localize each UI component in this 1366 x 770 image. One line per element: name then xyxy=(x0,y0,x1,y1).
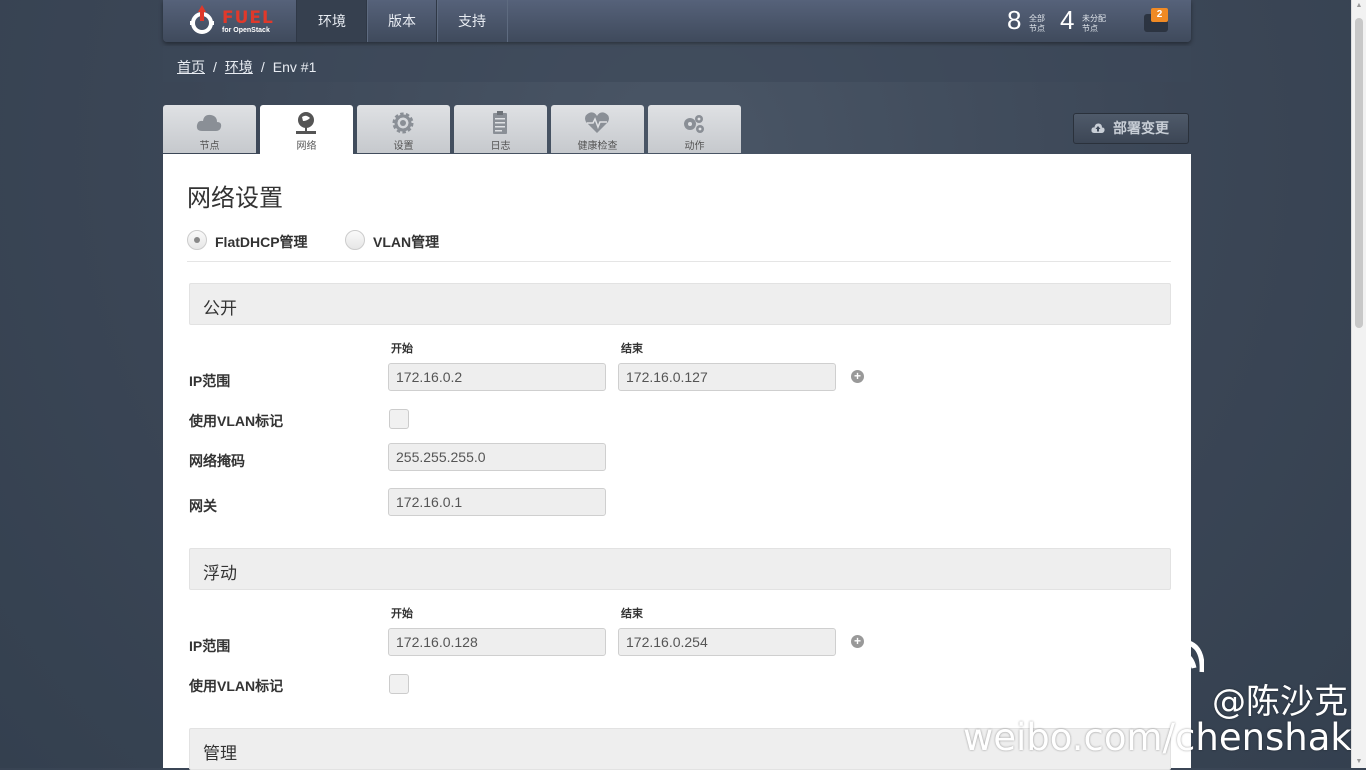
fuel-logo-icon xyxy=(190,5,214,34)
floating-ip-range-label: IP范围 xyxy=(189,638,231,654)
tab-logs-label: 日志 xyxy=(490,141,511,152)
page-title: 网络设置 xyxy=(187,185,283,212)
gear-icon xyxy=(392,112,414,134)
public-ip-range-label: IP范围 xyxy=(189,373,231,389)
public-vlan-tagging-checkbox[interactable] xyxy=(389,409,409,429)
public-ip-end-input[interactable] xyxy=(618,363,836,391)
public-netmask-label: 网络掩码 xyxy=(189,453,245,469)
section-public-header: 公开 xyxy=(189,283,1171,325)
public-add-range-icon[interactable]: + xyxy=(851,370,864,383)
floating-add-range-icon[interactable]: + xyxy=(851,635,864,648)
nav-tab-environments[interactable]: 环境 xyxy=(296,0,368,42)
tab-network-label: 网络 xyxy=(296,141,317,152)
floating-start-header: 开始 xyxy=(391,608,413,620)
brand-name: FUEL xyxy=(222,8,274,28)
radio-flatdhcp-manager[interactable]: FlatDHCP管理 xyxy=(187,230,317,250)
total-nodes-label: 全部 节点 xyxy=(1029,14,1045,33)
unallocated-nodes-counter: 4 未分配 节点 xyxy=(1060,4,1120,36)
deploy-changes-button[interactable]: 部署变更 xyxy=(1073,113,1189,144)
watermark-url: weibo.com/chenshake xyxy=(963,716,1366,759)
scrollbar-thumb[interactable] xyxy=(1355,18,1363,328)
breadcrumb-environments[interactable]: 环境 xyxy=(225,59,253,75)
notification-count-badge: 2 xyxy=(1151,8,1168,22)
section-public-title: 公开 xyxy=(203,299,237,318)
floating-end-header: 结束 xyxy=(621,608,643,620)
unallocated-nodes-label: 未分配 节点 xyxy=(1082,14,1106,33)
total-nodes-count: 8 xyxy=(1007,5,1022,35)
breadcrumb-current: Env #1 xyxy=(272,59,317,75)
tab-health-check-label: 健康检查 xyxy=(577,141,618,152)
tab-actions-label: 动作 xyxy=(684,141,705,152)
tab-settings[interactable]: 设置 xyxy=(357,105,450,153)
scroll-up-arrow-icon[interactable]: ▲ xyxy=(1355,2,1363,10)
network-icon xyxy=(296,112,316,134)
tab-nodes[interactable]: 节点 xyxy=(163,105,256,153)
tab-nodes-label: 节点 xyxy=(199,141,220,152)
breadcrumb: 首页 / 环境 / Env #1 xyxy=(163,46,1191,82)
fuel-logo[interactable]: FUEL for OpenStack xyxy=(188,5,298,37)
public-end-header: 结束 xyxy=(621,343,643,355)
cloud-upload-icon xyxy=(1091,123,1105,133)
tab-network[interactable]: 网络 xyxy=(260,105,353,154)
floating-ip-end-input[interactable] xyxy=(618,628,836,656)
radio-vlan-manager[interactable]: VLAN管理 xyxy=(345,230,445,250)
tab-settings-label: 设置 xyxy=(393,141,414,152)
deploy-changes-label: 部署变更 xyxy=(1113,120,1169,136)
network-settings-panel: 网络设置 FlatDHCP管理 VLAN管理 公开 开始 结束 IP范围 + 使… xyxy=(163,154,1191,770)
tab-logs[interactable]: 日志 xyxy=(454,105,547,153)
scroll-down-arrow-icon[interactable]: ▼ xyxy=(1355,758,1363,766)
heart-icon xyxy=(585,112,609,133)
tab-actions[interactable]: 动作 xyxy=(648,105,741,153)
page-scrollbar[interactable]: ▲ ▼ xyxy=(1351,0,1366,768)
public-ip-start-input[interactable] xyxy=(388,363,606,391)
floating-ip-start-input[interactable] xyxy=(388,628,606,656)
public-vlan-tagging-label: 使用VLAN标记 xyxy=(189,413,284,429)
clipboard-icon xyxy=(493,111,507,134)
public-netmask-input[interactable] xyxy=(388,443,606,471)
cloud-icon xyxy=(196,114,222,131)
public-start-header: 开始 xyxy=(391,343,413,355)
floating-vlan-tagging-checkbox[interactable] xyxy=(389,674,409,694)
divider xyxy=(187,261,1171,262)
tab-health-check[interactable]: 健康检查 xyxy=(551,105,644,153)
unallocated-nodes-count: 4 xyxy=(1060,5,1075,35)
cogs-icon xyxy=(684,115,704,133)
nav-tab-support[interactable]: 支持 xyxy=(436,0,508,42)
notifications-button[interactable]: 2 xyxy=(1144,8,1170,34)
breadcrumb-home[interactable]: 首页 xyxy=(177,59,205,75)
section-management-title: 管理 xyxy=(203,744,237,763)
radio-vlan-label: VLAN管理 xyxy=(373,234,440,250)
floating-vlan-tagging-label: 使用VLAN标记 xyxy=(189,678,284,694)
nav-tab-releases[interactable]: 版本 xyxy=(366,0,438,42)
radio-vlan-circle[interactable] xyxy=(345,230,365,250)
public-gateway-label: 网关 xyxy=(189,498,217,514)
radio-flatdhcp-label: FlatDHCP管理 xyxy=(215,234,308,250)
top-navbar: FUEL for OpenStack 环境 版本 支持 8 全部 节点 4 未分配… xyxy=(163,0,1191,42)
section-floating-title: 浮动 xyxy=(203,564,237,583)
public-gateway-input[interactable] xyxy=(388,488,606,516)
weibo-logo-icon xyxy=(1110,639,1204,716)
section-floating-header: 浮动 xyxy=(189,548,1171,590)
brand-subtitle: for OpenStack xyxy=(222,27,270,34)
radio-flatdhcp-circle[interactable] xyxy=(187,230,207,250)
total-nodes-counter: 8 全部 节点 xyxy=(1007,4,1057,36)
